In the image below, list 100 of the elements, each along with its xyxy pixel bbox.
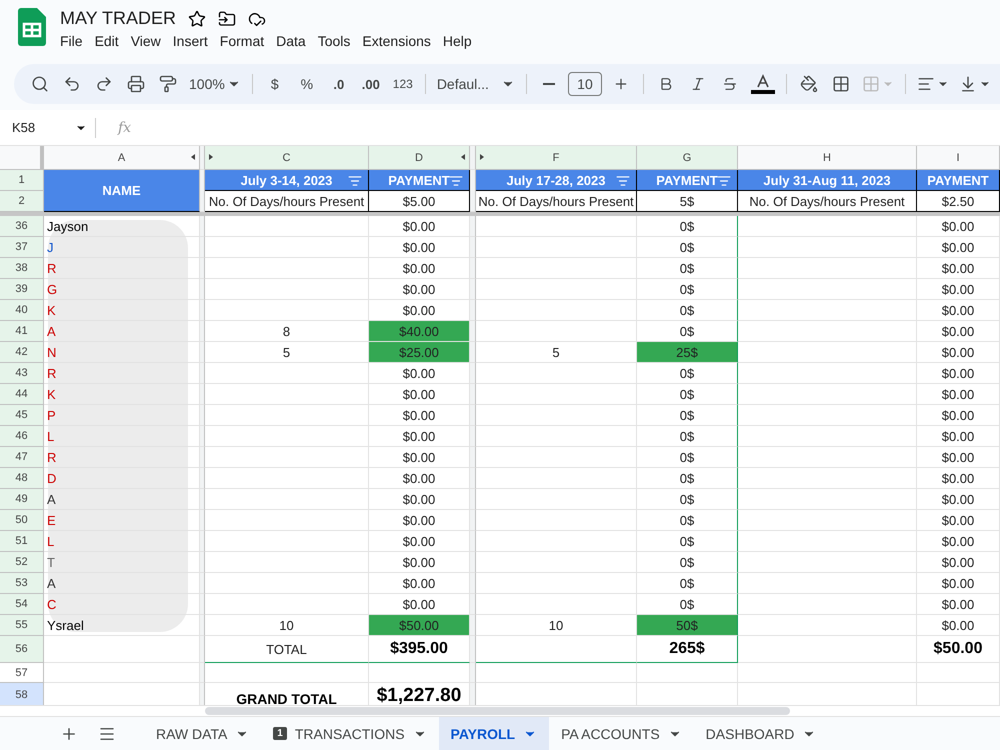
folder-icon[interactable]	[218, 10, 236, 28]
table-cell: $0.00	[369, 531, 470, 552]
expand-arrow-icon[interactable]	[480, 154, 484, 160]
collapse-arrow-icon[interactable]	[461, 154, 465, 160]
row-header[interactable]: 58	[0, 683, 44, 705]
collapse-arrow-icon[interactable]	[191, 154, 195, 160]
row-header[interactable]: 56	[0, 636, 44, 663]
sheet-tab[interactable]: PA ACCOUNTS	[549, 716, 694, 750]
row-header[interactable]: 51	[0, 531, 44, 552]
search-icon	[31, 75, 49, 93]
row-header[interactable]: 55	[0, 615, 44, 636]
row-header[interactable]: 43	[0, 363, 44, 384]
decrease-decimals-button[interactable]: .0	[324, 70, 353, 98]
sheet-tab[interactable]: DASHBOARD	[694, 716, 828, 750]
row-header[interactable]: 40	[0, 300, 44, 321]
filter-icon[interactable]	[616, 174, 630, 188]
table-cell: $0.00	[917, 342, 1000, 363]
table-cell: $40.00	[369, 321, 470, 342]
column-header[interactable]: H	[738, 146, 917, 170]
menu-item[interactable]: Help	[436, 31, 478, 51]
table-cell: $0.00	[917, 594, 1000, 615]
sheets-logo-icon[interactable]	[18, 8, 46, 46]
text-color-icon	[750, 74, 775, 94]
table-cell: 0$	[637, 594, 738, 615]
row-header[interactable]: 53	[0, 573, 44, 594]
table-cell: $0.00	[369, 237, 470, 258]
count-badge: 1	[273, 727, 287, 740]
table-cell: $0.00	[917, 384, 1000, 405]
table-cell: $0.00	[917, 510, 1000, 531]
header-cell: July 3-14, 2023	[205, 170, 369, 191]
row-header[interactable]: 41	[0, 321, 44, 342]
table-cell: $0.00	[369, 489, 470, 510]
row-header[interactable]: 39	[0, 279, 44, 300]
menu-item[interactable]: Edit	[88, 31, 125, 51]
table-cell: $0.00	[369, 426, 470, 447]
sheet-tab[interactable]: PAYROLL	[438, 716, 550, 750]
header-cell: PAYMENT	[369, 170, 470, 191]
row-header[interactable]: 57	[0, 663, 44, 683]
column-header[interactable]: C	[205, 146, 369, 170]
table-cell: $0.00	[917, 447, 1000, 468]
document-title[interactable]: MAY TRADER	[60, 8, 176, 29]
column-header[interactable]: I	[917, 146, 1000, 170]
table-cell: $0.00	[369, 363, 470, 384]
menu-item[interactable]: Insert	[166, 31, 214, 51]
currency-button[interactable]: $	[260, 70, 289, 98]
menu-item[interactable]: Format	[214, 31, 270, 51]
table-cell: $0.00	[369, 384, 470, 405]
column-header[interactable]: D	[369, 146, 470, 170]
table-cell: $0.00	[369, 279, 470, 300]
table-cell: 8	[205, 321, 369, 342]
table-cell: 5$	[637, 191, 738, 212]
table-cell: 0$	[637, 552, 738, 573]
table-cell: No. Of Days/hours Present	[205, 191, 369, 212]
table-cell: $0.00	[917, 321, 1000, 342]
strikethrough-icon	[722, 76, 738, 92]
row-header[interactable]: 45	[0, 405, 44, 426]
table-cell: $395.00	[369, 636, 470, 663]
row-header[interactable]: 54	[0, 594, 44, 615]
font-size-field[interactable]: 10	[568, 72, 602, 96]
filter-icon[interactable]	[717, 174, 731, 188]
row-header[interactable]: 44	[0, 384, 44, 405]
column-header[interactable]: G	[637, 146, 738, 170]
number-format-button[interactable]: 123	[388, 70, 417, 98]
name-box[interactable]: K58	[0, 120, 95, 135]
column-header[interactable]: A	[44, 146, 200, 170]
star-icon[interactable]	[188, 10, 206, 28]
filter-icon[interactable]	[348, 174, 362, 188]
row-header[interactable]: 36	[0, 216, 44, 237]
menu-item[interactable]: File	[54, 31, 89, 51]
increase-decimals-button[interactable]: .00	[356, 70, 385, 98]
row-header[interactable]: 46	[0, 426, 44, 447]
table-cell: $0.00	[917, 489, 1000, 510]
table-cell: 0$	[637, 468, 738, 489]
zoom-button[interactable]: 100%	[186, 70, 244, 98]
menu-item[interactable]: View	[124, 31, 167, 51]
sheet-tab[interactable]: 1 TRANSACTIONS	[261, 716, 439, 750]
scrollbar-thumb[interactable]	[205, 707, 790, 715]
table-cell: No. Of Days/hours Present	[476, 191, 637, 212]
row-header[interactable]: 50	[0, 510, 44, 531]
row-header[interactable]: 47	[0, 447, 44, 468]
filter-icon[interactable]	[449, 174, 463, 188]
row-header[interactable]: 49	[0, 489, 44, 510]
sheet-tab[interactable]: RAW DATA	[144, 716, 262, 750]
row-header[interactable]: 38	[0, 258, 44, 279]
row-header[interactable]: 1	[0, 170, 44, 191]
row-header[interactable]: 2	[0, 191, 44, 212]
menu-item[interactable]: Tools	[312, 31, 356, 51]
font-button[interactable]: Defaul...	[434, 70, 518, 98]
menu-item[interactable]: Data	[270, 31, 312, 51]
table-cell: $0.00	[369, 594, 470, 615]
row-header[interactable]: 37	[0, 237, 44, 258]
percent-button[interactable]: %	[292, 70, 321, 98]
row-header[interactable]: 52	[0, 552, 44, 573]
row-header[interactable]: 48	[0, 468, 44, 489]
expand-arrow-icon[interactable]	[209, 154, 213, 160]
row-header[interactable]: 42	[0, 342, 44, 363]
table-cell: $0.00	[369, 405, 470, 426]
table-cell: 25$	[637, 342, 738, 363]
column-header[interactable]: F	[476, 146, 637, 170]
menu-item[interactable]: Extensions	[356, 31, 437, 51]
